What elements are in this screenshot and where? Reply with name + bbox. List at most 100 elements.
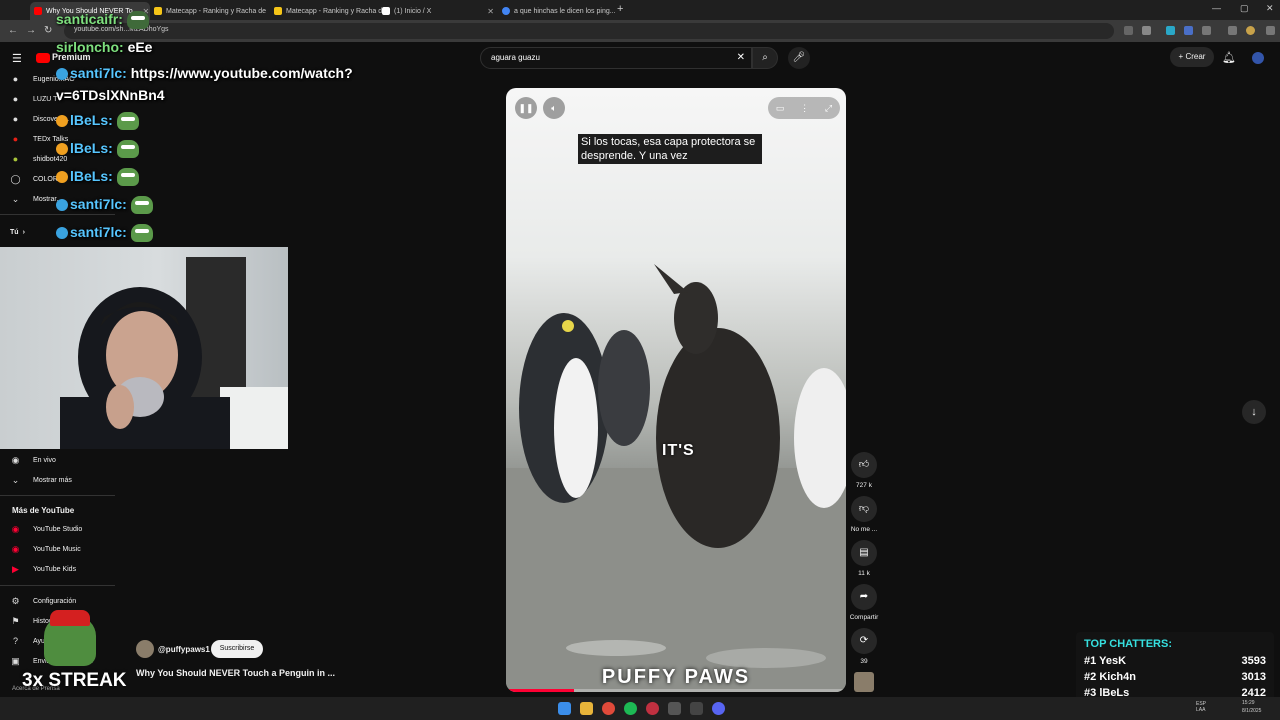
video-watermark-text: PUFFY PAWS (601, 666, 751, 688)
forward-icon[interactable]: → (26, 25, 36, 36)
tab-x[interactable]: (1) Inicio / X ✕ (378, 2, 498, 20)
shorts-video-player[interactable]: Si los tocas, esa capa protectora se des… (506, 88, 846, 692)
short-title[interactable]: Why You Should NEVER Touch a Penguin in … (136, 668, 335, 678)
chatter-row: #1 YesK 3593 (1084, 653, 1266, 669)
bookmark-star-icon[interactable] (1142, 26, 1151, 35)
clock-time[interactable]: 15:29 (1242, 700, 1255, 706)
sidebar-youtube-kids[interactable]: ▶ YouTube Kids (10, 562, 76, 576)
pause-button[interactable]: ❚❚ (515, 97, 537, 119)
address-bar[interactable]: youtube.com/sh...M2ADhoYgs (64, 23, 1114, 39)
like-button[interactable]: 👍︎ 727 k (848, 452, 880, 489)
sidebar-channel-2[interactable]: ● LUZU TV (10, 92, 62, 106)
chat-message: santi7lc: (56, 196, 153, 215)
sidebar-youtube-music[interactable]: ◉ YouTube Music (10, 542, 81, 556)
tab-strip: Why You Should NEVER To... ✕ Matecapp - … (0, 0, 1280, 20)
obs-icon[interactable] (690, 702, 703, 715)
dislike-button[interactable]: 👎︎ No me ... (848, 496, 880, 533)
close-tab-icon[interactable]: ✕ (487, 7, 494, 16)
search-input[interactable]: aguara guazu ✕ (480, 47, 752, 69)
live-broadcast-icon: ◉ (11, 454, 20, 465)
fullscreen-icon[interactable]: ⤢ (825, 103, 832, 114)
notifications-bell-icon[interactable]: 🔔︎ (1222, 51, 1236, 64)
channel-handle[interactable]: @puffypaws1 (158, 645, 210, 654)
microphone-icon: 🎤︎ (792, 52, 806, 63)
tab-label: a que hinchas le dicen los ping... (514, 7, 616, 15)
chevron-right-icon: › (22, 228, 25, 236)
clear-search-icon[interactable]: ✕ (737, 52, 745, 63)
browser-toolbar: ← → ↻ youtube.com/sh...M2ADhoYgs (0, 20, 1280, 42)
comments-button[interactable]: ▤ 11 k (848, 540, 880, 577)
sidebar-item-label: Configuración (33, 597, 77, 605)
search-button[interactable]: ⌕ (752, 47, 778, 69)
like-count: 727 k (856, 482, 872, 489)
create-button[interactable]: + Crear (1170, 47, 1214, 67)
search-value: aguara guazu (491, 53, 540, 62)
chat-username: santicaifr: (56, 11, 123, 27)
maximize-button[interactable]: ▢ (1240, 3, 1249, 14)
sidebar-you[interactable]: Tú › (10, 225, 25, 239)
extension-icon[interactable] (1184, 26, 1193, 35)
chat-message: santicaifr: (56, 11, 149, 30)
file-explorer-icon[interactable] (580, 702, 593, 715)
new-tab-button[interactable]: + (617, 3, 623, 15)
spotify-icon[interactable] (624, 702, 637, 715)
pepe-emote-icon (116, 112, 139, 131)
close-window-button[interactable]: ✕ (1266, 3, 1274, 14)
video-progress-bar[interactable] (506, 689, 846, 692)
reload-icon[interactable]: ↻ (44, 25, 52, 36)
chat-badge-icon (56, 227, 68, 240)
captions-icon[interactable]: ▭ (776, 103, 785, 114)
emote-icon (126, 11, 149, 30)
chat-text: v=6TDslXNnBn4 (56, 87, 165, 103)
extensions-puzzle-icon[interactable] (1202, 26, 1211, 35)
install-app-icon[interactable] (1124, 26, 1133, 35)
profile-avatar[interactable] (1246, 26, 1255, 35)
sound-thumbnail[interactable] (854, 672, 874, 692)
tab-google-search[interactable]: a que hinchas le dicen los ping... ✕ (498, 2, 618, 20)
chat-username: sirloncho: (56, 39, 124, 55)
sidebar-show-more-subs[interactable]: ⌄ Mostrar... (10, 192, 62, 206)
minimize-button[interactable]: — (1212, 3, 1221, 13)
santa-hat-icon (50, 610, 90, 626)
chrome-icon[interactable] (602, 702, 615, 715)
voice-search-button[interactable]: 🎤︎ (788, 47, 810, 69)
chat-badge-icon (56, 143, 68, 156)
mute-button[interactable]: 🔈︎ (543, 97, 565, 119)
more-icon[interactable] (1266, 26, 1275, 35)
sidebar-show-more[interactable]: ⌄ Mostrar más (10, 473, 72, 487)
tab-label: (1) Inicio / X (394, 7, 432, 15)
remix-button[interactable]: ⟳ 39 (848, 628, 880, 665)
account-avatar[interactable] (1252, 52, 1264, 64)
tab-matecapp-2[interactable]: Matecapp - Ranking y Racha de ✕ (270, 2, 390, 20)
progress-fill (506, 689, 574, 692)
language-indicator[interactable]: ESP LAA (1196, 701, 1210, 713)
share-button[interactable]: ➦ Compartir (848, 584, 880, 621)
remix-count: 39 (860, 658, 868, 665)
app-icon[interactable] (646, 702, 659, 715)
extension-icon[interactable] (1166, 26, 1175, 35)
divider (0, 585, 115, 586)
chatter-rank: #1 (1084, 655, 1097, 667)
clock-date[interactable]: 8/1/2025 (1242, 708, 1261, 714)
hamburger-menu-icon[interactable]: ☰ (12, 52, 22, 65)
discord-icon[interactable] (712, 702, 725, 715)
sidebar-live[interactable]: ◉ En vivo (10, 453, 56, 467)
youtube-kids-icon: ▶ (12, 563, 19, 574)
more-options-icon[interactable]: ⋮ (800, 103, 809, 114)
youtube-studio-icon: ◉ (11, 523, 20, 534)
menu-icon[interactable] (1228, 26, 1237, 35)
pepe-emote-icon (130, 196, 153, 215)
sidebar-channel-6[interactable]: ◯ COLORS (10, 172, 62, 186)
back-icon[interactable]: ← (8, 25, 18, 36)
subscribe-button[interactable]: Suscribirse (211, 640, 263, 658)
start-menu-icon[interactable] (558, 702, 571, 715)
chat-text: https://www.youtube.com/watch? (130, 65, 353, 81)
app-icon[interactable] (668, 702, 681, 715)
sidebar-settings[interactable]: ⚙ Configuración (10, 594, 76, 608)
tab-label: Matecapp - Ranking y Racha de (166, 7, 266, 15)
sidebar-youtube-studio[interactable]: ◉ YouTube Studio (10, 522, 83, 536)
youtube-logo-icon[interactable] (36, 53, 50, 63)
channel-avatar[interactable] (136, 640, 154, 658)
next-short-button[interactable]: ↓ (1242, 400, 1266, 424)
tab-matecapp-1[interactable]: Matecapp - Ranking y Racha de ✕ (150, 2, 270, 20)
